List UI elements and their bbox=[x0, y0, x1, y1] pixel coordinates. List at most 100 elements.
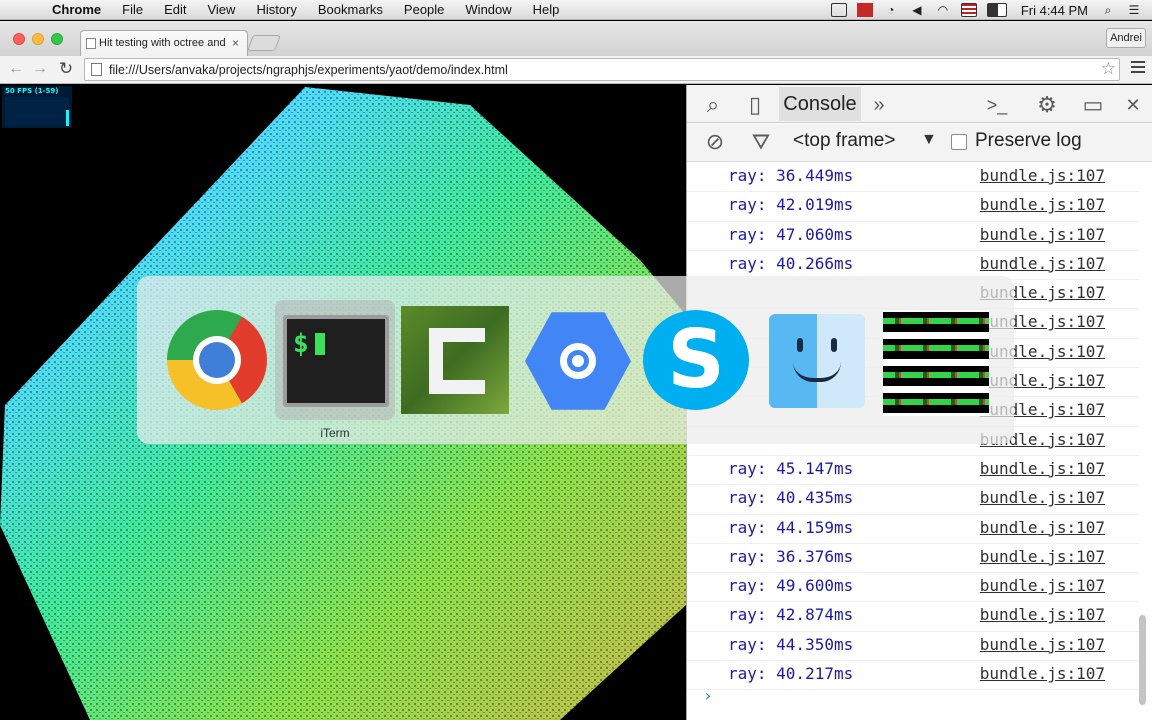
preserve-log-checkbox[interactable] bbox=[951, 134, 967, 150]
log-source-link[interactable]: bundle.js:107 bbox=[980, 547, 1105, 566]
more-tabs-icon[interactable]: » bbox=[865, 91, 893, 119]
console-row: ray: 40.217ms bundle.js:107 bbox=[687, 661, 1139, 691]
console-scrollbar[interactable] bbox=[1139, 615, 1146, 705]
log-message: ray: 42.874ms bbox=[728, 605, 854, 625]
back-arrow-icon[interactable]: ← bbox=[7, 60, 25, 78]
reload-icon[interactable]: ↻ bbox=[57, 60, 75, 78]
log-message: ray: 40.217ms bbox=[728, 664, 854, 684]
console-drawer-icon[interactable]: >_ bbox=[983, 91, 1011, 119]
console-row: ray: 36.449ms bundle.js:107 bbox=[687, 163, 1139, 193]
console-row: ray: 45.147ms bundle.js:107 bbox=[687, 456, 1139, 486]
switcher-selected-label: iTerm bbox=[320, 426, 350, 440]
menu-help[interactable]: Help bbox=[533, 2, 560, 17]
spotlight-search-icon[interactable]: ⌕ bbox=[1100, 3, 1116, 17]
menu-bar: Chrome File Edit View History Bookmarks … bbox=[0, 0, 1152, 20]
switcher-app-finder[interactable] bbox=[757, 300, 877, 420]
finder-icon bbox=[769, 314, 865, 408]
log-message: ray: 49.600ms bbox=[728, 576, 854, 596]
log-source-link[interactable]: bundle.js:107 bbox=[980, 195, 1105, 214]
menu-people[interactable]: People bbox=[404, 2, 444, 17]
forward-arrow-icon[interactable]: → bbox=[31, 60, 49, 78]
log-source-link[interactable]: bundle.js:107 bbox=[980, 635, 1105, 654]
frame-dropdown-arrow-icon[interactable]: ▼ bbox=[921, 131, 937, 149]
menu-bookmarks[interactable]: Bookmarks bbox=[318, 2, 383, 17]
menu-clock[interactable]: Fri 4:44 PM bbox=[1021, 3, 1088, 18]
menu-edit[interactable]: Edit bbox=[164, 2, 186, 17]
log-source-link[interactable]: bundle.js:107 bbox=[980, 459, 1105, 478]
page-icon bbox=[91, 63, 102, 76]
profile-button[interactable]: Andrei bbox=[1106, 28, 1146, 48]
switcher-app-skype[interactable]: S bbox=[637, 300, 757, 420]
chrome-menu-icon[interactable] bbox=[1131, 61, 1145, 75]
menu-window[interactable]: Window bbox=[465, 2, 511, 17]
log-message: ray: 44.159ms bbox=[728, 517, 854, 537]
fps-label: 50 FPS (1-59) bbox=[5, 87, 59, 95]
switcher-app-activity-monitor[interactable] bbox=[877, 300, 997, 420]
bookmark-star-icon[interactable]: ☆ bbox=[1101, 59, 1116, 79]
fps-graph bbox=[5, 97, 69, 126]
address-bar[interactable]: file:///Users/anvaka/projects/ngraphjs/e… bbox=[84, 58, 1120, 81]
switcher-app-iterm[interactable]: $ bbox=[275, 300, 395, 420]
menu-view[interactable]: View bbox=[207, 2, 235, 17]
zoom-window-button[interactable] bbox=[51, 33, 63, 45]
log-source-link[interactable]: bundle.js:107 bbox=[980, 225, 1105, 244]
minimize-window-button[interactable] bbox=[32, 33, 44, 45]
log-message: ray: 40.266ms bbox=[728, 253, 854, 273]
iterm-icon: $ bbox=[283, 315, 389, 407]
notification-center-icon[interactable]: ☰ bbox=[1126, 3, 1142, 17]
log-source-link[interactable]: bundle.js:107 bbox=[980, 518, 1105, 537]
tab-strip: Hit testing with octree and × Andrei bbox=[0, 21, 1152, 56]
console-row: ray: 44.350ms bundle.js:107 bbox=[687, 632, 1139, 662]
close-tab-icon[interactable]: × bbox=[232, 36, 239, 50]
log-source-link[interactable]: bundle.js:107 bbox=[980, 488, 1105, 507]
close-devtools-icon[interactable]: ✕ bbox=[1119, 91, 1147, 119]
console-row: ray: 40.435ms bundle.js:107 bbox=[687, 485, 1139, 515]
settings-gear-icon[interactable]: ⚙ bbox=[1033, 91, 1061, 119]
clear-console-icon[interactable]: ⊘ bbox=[701, 128, 729, 156]
frame-selector[interactable]: <top frame> bbox=[793, 130, 895, 152]
console-row: ray: 47.060ms bundle.js:107 bbox=[687, 222, 1139, 251]
log-source-link[interactable]: bundle.js:107 bbox=[980, 576, 1105, 595]
tab-console[interactable]: Console bbox=[779, 87, 861, 121]
chrome-icon bbox=[167, 310, 267, 410]
filter-funnel-icon[interactable]: ⛛ bbox=[747, 128, 775, 156]
inspect-search-icon[interactable]: ⌕ bbox=[699, 91, 727, 119]
device-mode-icon[interactable]: ▯ bbox=[741, 91, 769, 119]
log-source-link[interactable]: bundle.js:107 bbox=[980, 254, 1105, 273]
battery-icon[interactable] bbox=[986, 3, 1007, 17]
log-message: ray: 42.019ms bbox=[728, 195, 854, 215]
console-row: ray: 44.159ms bundle.js:107 bbox=[687, 515, 1139, 544]
close-window-button[interactable] bbox=[13, 33, 25, 45]
page-favicon-icon bbox=[86, 38, 96, 49]
fps-meter: 50 FPS (1-59) bbox=[2, 86, 72, 128]
log-source-link[interactable]: bundle.js:107 bbox=[980, 664, 1105, 683]
preserve-log-label[interactable]: Preserve log bbox=[975, 130, 1082, 152]
switcher-app-engine-launcher[interactable] bbox=[517, 300, 637, 420]
wifi-icon[interactable]: ◠ bbox=[935, 3, 951, 17]
log-source-link[interactable]: bundle.js:107 bbox=[980, 166, 1105, 185]
log-message: ray: 44.350ms bbox=[728, 634, 854, 654]
address-url[interactable]: file:///Users/anvaka/projects/ngraphjs/e… bbox=[109, 63, 508, 77]
dock-side-icon[interactable]: ▭ bbox=[1079, 91, 1107, 119]
menu-file[interactable]: File bbox=[122, 2, 143, 17]
flag-icon[interactable] bbox=[960, 3, 977, 17]
console-prompt[interactable]: › bbox=[703, 686, 713, 705]
log-source-link[interactable]: bundle.js:107 bbox=[980, 605, 1105, 624]
menu-history[interactable]: History bbox=[256, 2, 296, 17]
app-engine-launcher-icon bbox=[525, 312, 631, 410]
tab-title: Hit testing with octree and bbox=[99, 37, 226, 49]
log-message: ray: 36.449ms bbox=[728, 166, 854, 185]
record-icon[interactable] bbox=[856, 3, 873, 17]
switcher-app-chrome[interactable] bbox=[149, 300, 269, 420]
airplay-icon[interactable] bbox=[830, 3, 847, 17]
time-machine-icon[interactable]: ◔ bbox=[883, 3, 899, 17]
camtasia-icon bbox=[401, 306, 509, 414]
log-message: ray: 45.147ms bbox=[728, 458, 854, 478]
log-message: ray: 47.060ms bbox=[728, 224, 854, 244]
browser-tab[interactable]: Hit testing with octree and × bbox=[80, 30, 248, 56]
menu-app-name[interactable]: Chrome bbox=[52, 2, 101, 17]
new-tab-button[interactable] bbox=[247, 35, 281, 51]
switcher-app-camtasia[interactable] bbox=[401, 300, 521, 420]
browser-toolbar: ← → ↻ file:///Users/anvaka/projects/ngra… bbox=[0, 56, 1152, 84]
volume-icon[interactable]: ◀ bbox=[909, 3, 925, 17]
